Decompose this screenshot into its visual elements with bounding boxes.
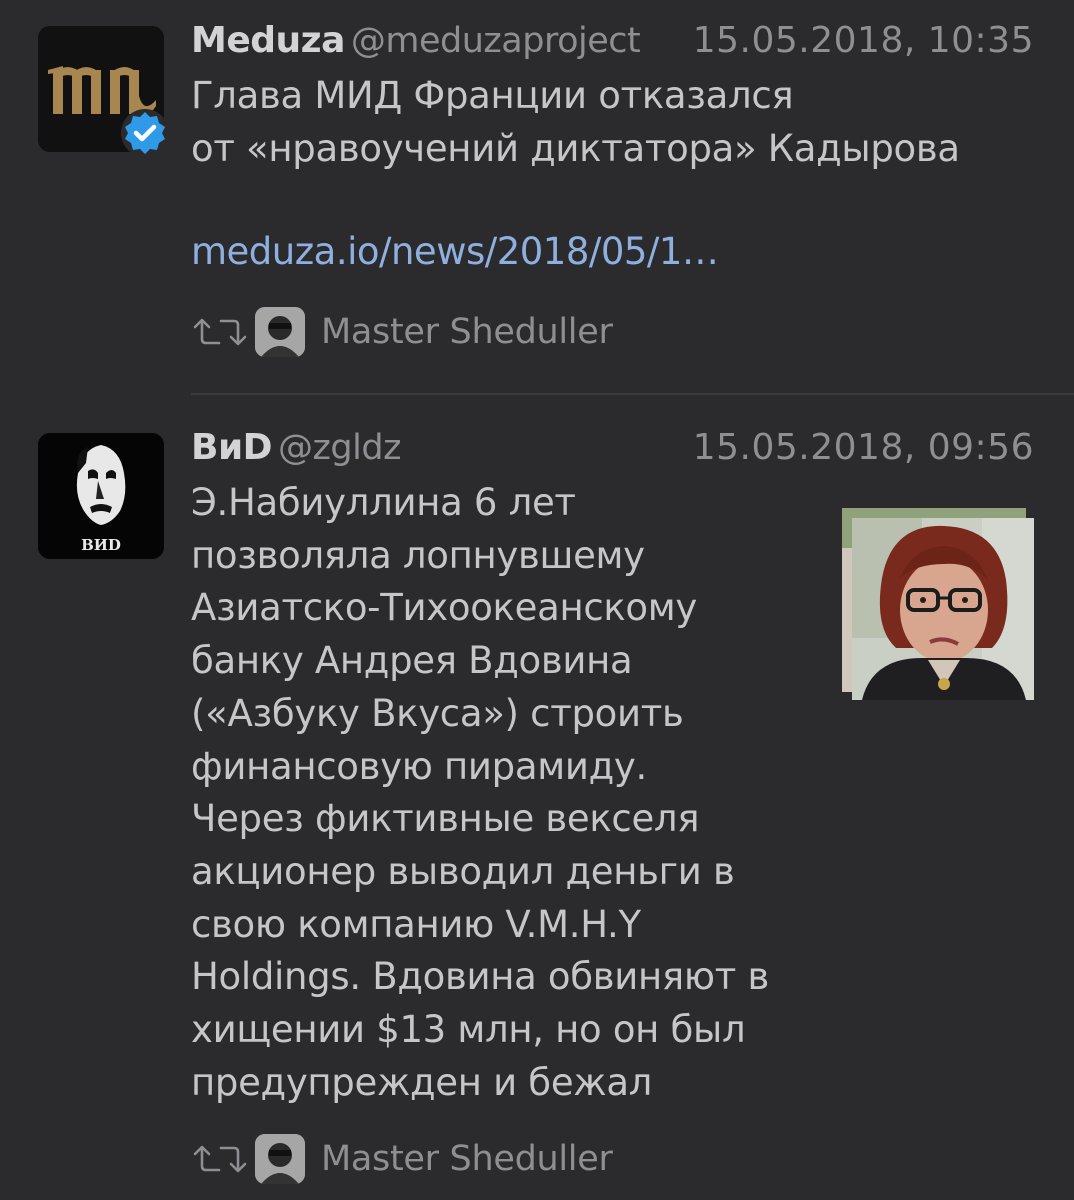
author-name[interactable]: ВиD [191, 427, 273, 468]
retweet-icon [193, 1145, 247, 1173]
tweet-media-thumbnail[interactable] [842, 508, 1034, 700]
tweet-text: Э.Набиуллина 6 лет позволяла лопнувшему … [191, 481, 769, 1104]
retweeter-name[interactable]: Master Sheduller [321, 312, 613, 352]
author-handle[interactable]: @zgldz [278, 428, 401, 468]
retweet-info[interactable]: Master Sheduller [191, 302, 613, 362]
retweeter-avatar[interactable] [255, 307, 305, 357]
author-name[interactable]: Meduza [191, 20, 345, 61]
avatar-label: ВИD [81, 536, 121, 554]
verified-badge-icon [121, 109, 169, 157]
tweet-divider [191, 393, 1074, 395]
tweet-text: Глава МИД Франции отказался от «нравоуче… [191, 74, 960, 170]
tweet-header: ВиD @zgldz 15.05.2018, 09:56 [191, 427, 1034, 475]
tweet-link[interactable]: meduza.io/news/2018/05/1… [191, 230, 719, 273]
retweeter-avatar[interactable] [255, 1134, 305, 1184]
avatar-meduza[interactable] [38, 26, 169, 157]
tweet-header: Meduza @meduzaproject 15.05.2018, 10:35 [191, 20, 1034, 68]
tweet-timestamp: 15.05.2018, 10:35 [692, 20, 1034, 61]
retweet-info[interactable]: Master Sheduller [191, 1129, 613, 1189]
thumbnail-photo [852, 518, 1034, 700]
retweet-icon [193, 318, 247, 346]
author-handle[interactable]: @meduzaproject [351, 21, 641, 61]
retweeter-name[interactable]: Master Sheduller [321, 1139, 613, 1179]
avatar-vid[interactable]: ВИD [38, 433, 164, 559]
tweet-timestamp: 15.05.2018, 09:56 [692, 427, 1034, 468]
